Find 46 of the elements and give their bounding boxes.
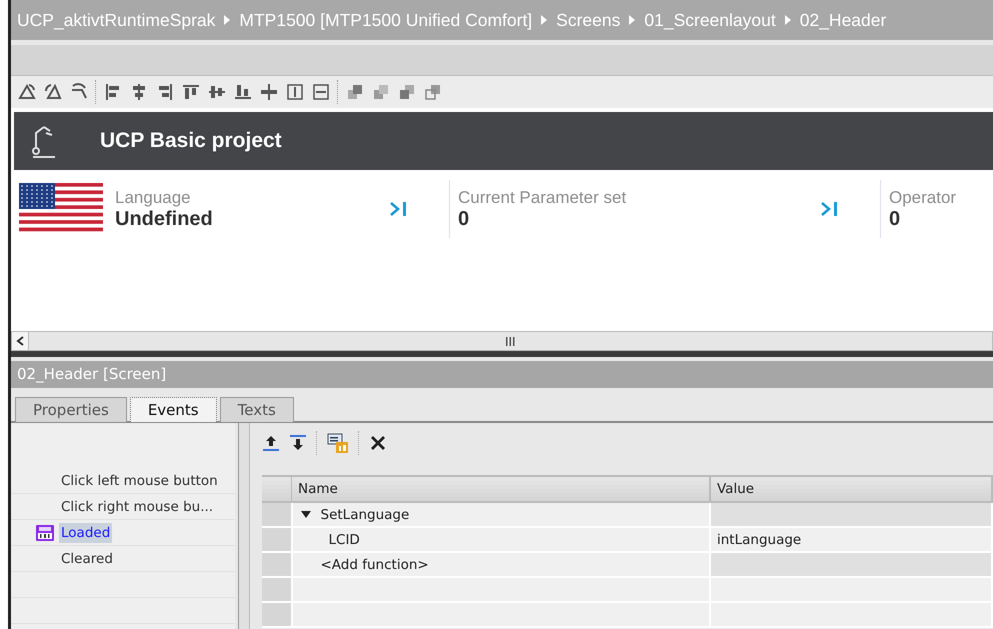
project-title: UCP Basic project	[100, 129, 282, 153]
distribute-horizontal-icon[interactable]	[285, 82, 305, 102]
align-bottom-icon[interactable]	[233, 82, 253, 102]
delete-icon[interactable]	[369, 434, 387, 452]
tab[interactable]: Properties	[15, 397, 127, 422]
center-icon[interactable]	[259, 82, 279, 102]
table-cell: intLanguage	[717, 532, 802, 548]
chevron-icon	[224, 15, 230, 25]
table-cell: LCID	[328, 532, 360, 548]
send-backward-icon[interactable]	[397, 82, 417, 102]
skip-arrow-icon[interactable]	[389, 200, 409, 218]
move-up-icon[interactable]	[262, 434, 280, 452]
send-back-icon[interactable]	[423, 82, 443, 102]
event-item[interactable]: Click left mouse button	[59, 470, 220, 490]
move-down-icon[interactable]	[289, 434, 307, 452]
field-label: Language	[115, 188, 192, 208]
column-header: Name	[292, 476, 710, 502]
scroll-grip-icon	[506, 336, 515, 346]
tab[interactable]: Texts	[220, 397, 294, 422]
field-value: Undefined	[115, 208, 214, 230]
chevron-icon	[629, 15, 636, 25]
event-item[interactable]: Cleared	[59, 548, 115, 568]
chevron-icon	[784, 15, 791, 25]
table-cell: <Add function>	[320, 556, 429, 572]
horizontal-scrollbar[interactable]	[11, 331, 993, 351]
panel-title: 02_Header [Screen]	[11, 361, 993, 388]
bring-front-icon[interactable]	[345, 82, 365, 102]
field-value: 0	[458, 208, 470, 230]
script-icon[interactable]	[327, 432, 349, 454]
caret-left-icon	[16, 336, 24, 346]
align-top-icon[interactable]	[181, 82, 201, 102]
field-label: Operator	[889, 188, 958, 208]
field-label: Current Parameter set	[458, 188, 628, 208]
column-header: Value	[710, 476, 992, 502]
tab[interactable]: Events	[130, 397, 217, 422]
event-item[interactable]: Click right mouse bu...	[59, 496, 216, 516]
rotate-icon[interactable]	[17, 82, 37, 102]
field-value: 0	[889, 208, 902, 230]
scroll-left-button[interactable]	[12, 332, 29, 350]
rotate-left-icon[interactable]	[43, 82, 63, 102]
skip-arrow-icon[interactable]	[820, 200, 840, 218]
chevron-icon	[541, 15, 548, 25]
event-item[interactable]: Loaded	[59, 522, 112, 542]
table-cell: SetLanguage	[320, 506, 410, 522]
distribute-vertical-icon[interactable]	[311, 82, 331, 102]
expand-arrow-icon[interactable]	[300, 510, 310, 518]
